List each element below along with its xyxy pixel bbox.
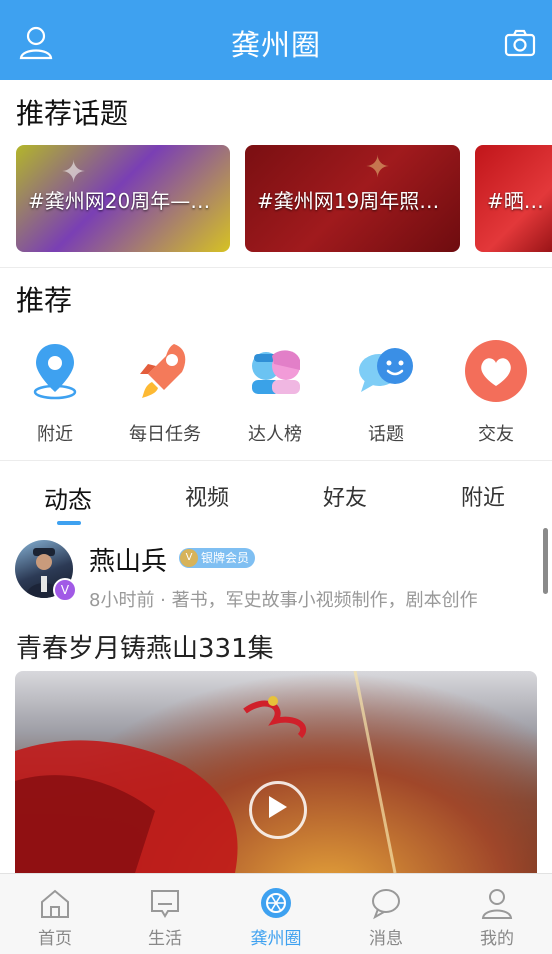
video-frame-art [15,671,397,873]
top-bar: 龚州圈 [0,0,552,80]
recommend-item-label: 交友 [478,424,514,445]
topic-label: #龚州网20周年——#... [28,189,218,213]
medal-icon: V [180,549,198,567]
nav-label: 首页 [38,929,72,949]
nav-messages[interactable]: 消息 [331,874,441,954]
section-divider [0,460,552,461]
recommend-item-leaderboard[interactable]: 达人榜 [225,340,325,450]
recommend-item-label: 达人榜 [248,424,302,445]
topic-card[interactable]: ✦ #龚州网20周年——#... [16,145,230,252]
tab-dynamics[interactable]: 动态 [44,480,92,515]
nav-mine[interactable]: 我的 [442,874,552,954]
recommend-item-nearby[interactable]: 附近 [5,340,105,450]
video-thumbnail[interactable] [15,671,537,873]
circle-icon [261,888,291,918]
member-badge: V 银牌会员 [179,548,256,568]
topic-label: #龚州网19周年照片... [257,189,448,213]
bottom-navigation: 首页 生活 龚州圈 消息 我的 [0,873,552,954]
rocket-icon [140,344,186,398]
play-button[interactable] [249,781,307,839]
active-tab-indicator [57,521,81,525]
nav-label: 龚州圈 [250,929,302,949]
heart-icon [465,340,527,402]
post-meta: 8小时前 · 著书，军史故事小视频制作，剧本创作 [89,590,478,611]
nav-label: 生活 [148,929,182,949]
tab-nearby[interactable]: 附近 [461,480,505,512]
camera-icon[interactable] [504,28,536,58]
recommend-item-label: 话题 [368,424,404,445]
nav-home[interactable]: 首页 [0,874,110,954]
tab-friends[interactable]: 好友 [323,480,367,512]
recommend-item-label: 附近 [37,424,73,445]
recommend-section-title: 推荐 [16,284,73,317]
topic-label: #晒你身 [487,189,552,213]
topic-banner-art: ✦ [365,150,391,185]
scrollbar[interactable] [543,528,548,594]
recommend-item-friends[interactable]: 交友 [446,340,546,450]
message-board-icon [151,890,179,918]
topic-card[interactable]: #晒你身 [475,145,552,252]
profile-icon [481,889,513,919]
play-icon [269,796,287,818]
section-divider [0,267,552,268]
verified-icon: V [53,578,77,602]
member-badge-label: 银牌会员 [201,551,250,565]
nav-label: 我的 [480,929,514,949]
recommend-item-label: 每日任务 [129,424,201,445]
topics-carousel[interactable]: ✦ #龚州网20周年——#... ✦ #龚州网19周年照片... #晒你身 [16,145,552,252]
chat-bubbles-icon [359,348,413,392]
recommend-item-topics[interactable]: 话题 [336,340,436,450]
chat-icon [372,889,400,920]
topics-section-title: 推荐话题 [16,97,129,130]
nav-label: 消息 [369,929,403,949]
people-icon [252,350,300,394]
recommend-item-daily-tasks[interactable]: 每日任务 [115,340,215,450]
home-icon [41,889,69,918]
page-title: 龚州圈 [230,28,321,62]
nav-gongzhou-circle[interactable]: 龚州圈 [221,874,331,954]
location-pin-icon [33,344,77,400]
post-title[interactable]: 青春岁月铸燕山331集 [16,628,274,665]
topic-card[interactable]: ✦ #龚州网19周年照片... [245,145,460,252]
post-username[interactable]: 燕山兵 [89,541,167,578]
tab-video[interactable]: 视频 [185,480,229,512]
nav-life[interactable]: 生活 [110,874,220,954]
